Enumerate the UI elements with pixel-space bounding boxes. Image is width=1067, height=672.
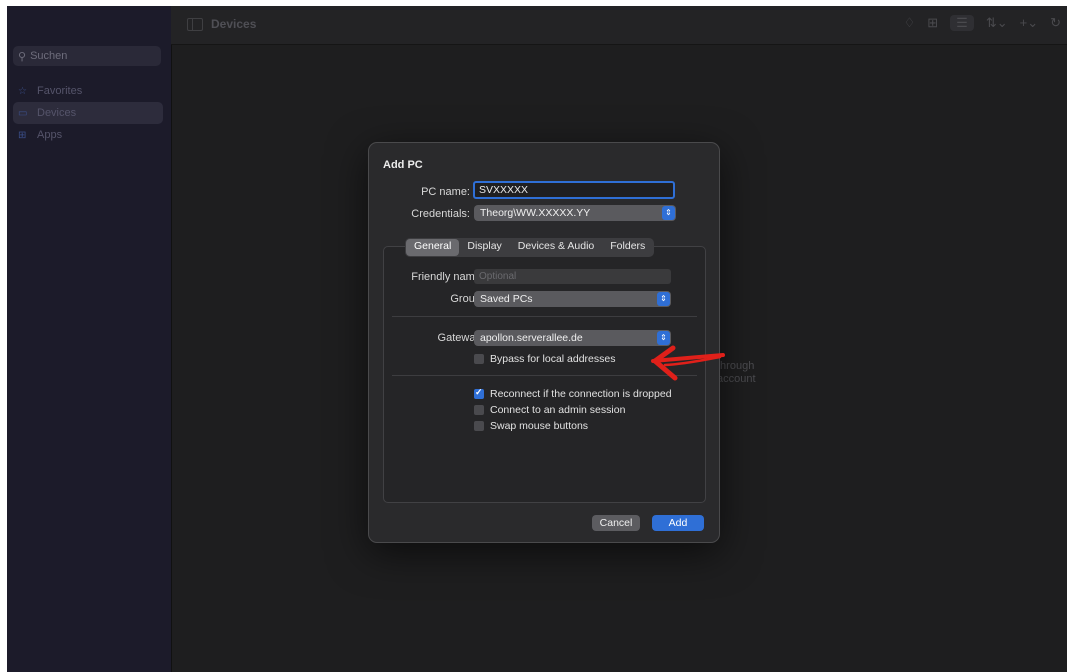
- swap-mouse-checkbox[interactable]: Swap mouse buttons: [474, 420, 588, 432]
- tab-folders[interactable]: Folders: [602, 239, 653, 256]
- checkbox-box: [474, 405, 484, 415]
- monitor-icon: ▭: [18, 107, 28, 119]
- sidebar-item-label: Devices: [37, 107, 77, 119]
- toolbar-actions: ♢ ⊞ ☰ ⇅⌄ +⌄ ↻: [904, 15, 1061, 31]
- page-title: Devices: [211, 17, 257, 31]
- tab-bar: General Display Devices & Audio Folders: [405, 238, 655, 257]
- group-label: Group:: [450, 293, 484, 305]
- sidebar-item-favorites[interactable]: ☆ Favorites: [13, 80, 163, 102]
- bell-icon[interactable]: ♢: [904, 15, 916, 31]
- admin-session-checkbox[interactable]: Connect to an admin session: [474, 404, 625, 416]
- tab-general[interactable]: General: [406, 239, 460, 256]
- sidebar: ⚲ Suchen ☆ Favorites ▭ Devices ⊞ Apps: [7, 6, 172, 672]
- search-field[interactable]: ⚲ Suchen: [13, 46, 161, 66]
- star-icon: ☆: [18, 85, 27, 97]
- search-icon: ⚲: [18, 50, 27, 63]
- pc-name-input[interactable]: SVXXXXX: [473, 181, 675, 199]
- sidebar-item-label: Apps: [37, 129, 63, 141]
- list-view-icon[interactable]: ☰: [950, 15, 974, 31]
- sidebar-item-label: Favorites: [37, 85, 83, 97]
- grid-view-icon[interactable]: ⊞: [927, 15, 938, 31]
- checkbox-box: [474, 421, 484, 431]
- dialog-title: Add PC: [383, 159, 423, 171]
- checkbox-checked-icon: [474, 387, 484, 399]
- search-placeholder: Suchen: [30, 50, 68, 62]
- gateway-select[interactable]: apollon.serverallee.de ⇕: [474, 330, 671, 346]
- credentials-label: Credentials:: [411, 208, 470, 220]
- checkbox-box: [474, 354, 484, 364]
- grid-icon: ⊞: [18, 129, 27, 141]
- red-arrow-annotation-icon: [651, 345, 725, 381]
- chevron-updown-icon: ⇕: [657, 331, 670, 345]
- sort-icon[interactable]: ⇅⌄: [986, 15, 1008, 31]
- pc-name-label: PC name:: [421, 186, 470, 198]
- reconnect-checkbox[interactable]: Reconnect if the connection is dropped: [474, 387, 672, 400]
- chevron-updown-icon: ⇕: [662, 206, 675, 220]
- tab-devices-audio[interactable]: Devices & Audio: [510, 239, 602, 256]
- bypass-checkbox[interactable]: Bypass for local addresses: [474, 353, 615, 365]
- sidebar-item-apps[interactable]: ⊞ Apps: [13, 124, 163, 146]
- refresh-icon[interactable]: ↻: [1050, 15, 1061, 31]
- friendly-name-input[interactable]: Optional: [474, 269, 671, 284]
- divider: [392, 316, 697, 317]
- gateway-label: Gateway:: [437, 332, 484, 344]
- tab-display[interactable]: Display: [459, 239, 509, 256]
- sidebar-toggle-icon[interactable]: [187, 18, 203, 31]
- sidebar-item-devices[interactable]: ▭ Devices: [13, 102, 163, 124]
- credentials-select[interactable]: Theorg\WW.XXXXX.YY ⇕: [474, 205, 676, 221]
- add-pc-dialog: Add PC PC name: SVXXXXX Credentials: The…: [368, 142, 720, 543]
- friendly-name-label: Friendly name:: [411, 271, 484, 283]
- chevron-updown-icon: ⇕: [657, 292, 670, 306]
- add-button[interactable]: Add: [652, 515, 704, 531]
- add-icon[interactable]: +⌄: [1020, 15, 1038, 31]
- group-select[interactable]: Saved PCs ⇕: [474, 291, 671, 307]
- toolbar: Devices ♢ ⊞ ☰ ⇅⌄ +⌄ ↻: [171, 6, 1067, 45]
- cancel-button[interactable]: Cancel: [592, 515, 640, 531]
